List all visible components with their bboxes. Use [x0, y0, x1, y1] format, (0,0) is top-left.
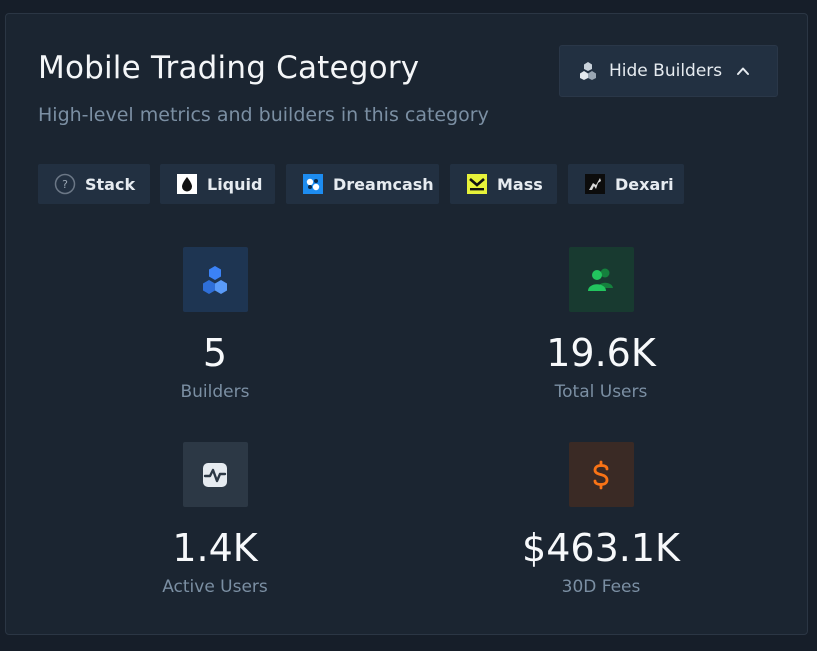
hide-builders-label: Hide Builders: [609, 61, 723, 81]
metric-value: 1.4K: [172, 526, 258, 570]
mass-logo-icon: [466, 173, 488, 195]
category-card: Mobile Trading Category High-level metri…: [5, 13, 808, 635]
dexari-logo-icon: [584, 173, 606, 195]
builder-chip-label: Liquid: [207, 174, 263, 194]
hide-builders-button[interactable]: Hide Builders: [559, 45, 778, 97]
builder-chip-dreamcash[interactable]: Dreamcash: [286, 164, 439, 204]
metric-label: Builders: [180, 382, 250, 402]
builder-chip-label: Stack: [85, 174, 136, 194]
chevron-up-icon: [736, 64, 750, 78]
metric-value: 5: [202, 331, 228, 375]
metric-label: 30D Fees: [561, 577, 641, 597]
page-subtitle: High-level metrics and builders in this …: [38, 104, 489, 126]
builder-chip-liquid[interactable]: Liquid: [160, 164, 275, 204]
metric-30d-fees: $463.1K 30D Fees: [471, 442, 731, 597]
builder-chip-label: Dreamcash: [333, 174, 434, 194]
page-title: Mobile Trading Category: [38, 50, 420, 86]
svg-text:?: ?: [62, 178, 68, 191]
metric-builders: 5 Builders: [85, 247, 345, 402]
builder-chip-dexari[interactable]: Dexari: [568, 164, 684, 204]
builder-chip-mass[interactable]: Mass: [450, 164, 557, 204]
metric-active-users: 1.4K Active Users: [85, 442, 345, 597]
builder-chip-label: Mass: [497, 174, 543, 194]
metric-label: Active Users: [162, 577, 268, 597]
dreamcash-logo-icon: [302, 173, 324, 195]
metric-value: $463.1K: [522, 526, 680, 570]
question-circle-icon: ?: [54, 173, 76, 195]
cubes-icon: [578, 61, 598, 81]
cubes-icon: [182, 247, 248, 312]
builder-chip-stack[interactable]: ? Stack: [38, 164, 150, 204]
builder-chip-label: Dexari: [615, 174, 674, 194]
metric-total-users: 19.6K Total Users: [471, 247, 731, 402]
dollar-icon: [568, 442, 634, 507]
activity-icon: [182, 442, 248, 507]
metric-label: Total Users: [554, 382, 648, 402]
metric-value: 19.6K: [546, 331, 656, 375]
drop-icon: [176, 173, 198, 195]
users-icon: [568, 247, 634, 312]
